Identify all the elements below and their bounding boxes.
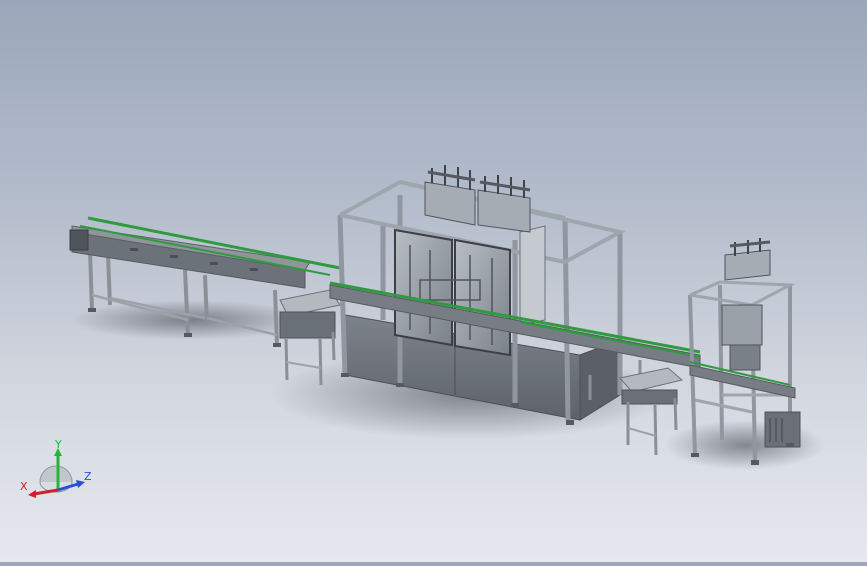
axis-triad-icon: Y X Z <box>20 438 92 498</box>
floor-shadow <box>665 420 825 470</box>
z-axis-label: Z <box>84 470 92 483</box>
x-axis-label: X <box>20 480 28 493</box>
y-axis-label: Y <box>54 440 62 451</box>
orientation-triad[interactable]: Y X Z <box>18 438 102 510</box>
x-axis-arrow <box>33 488 59 496</box>
filling-hoppers <box>424 165 531 233</box>
x-axis-arrowhead <box>28 490 36 498</box>
cad-3d-viewport[interactable]: Y X Z <box>0 0 867 562</box>
filling-line-model <box>69 165 825 470</box>
